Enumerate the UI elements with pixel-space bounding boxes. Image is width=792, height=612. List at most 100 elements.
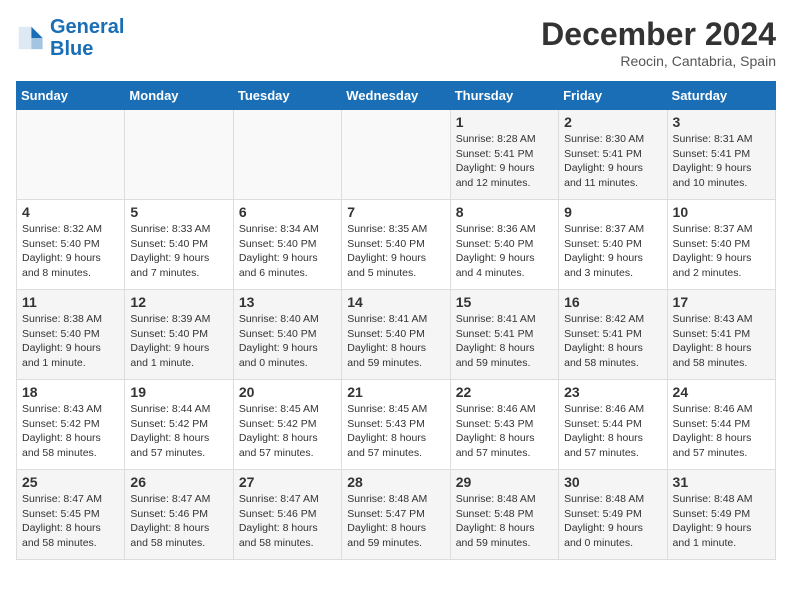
- day-info: Sunrise: 8:31 AMSunset: 5:41 PMDaylight:…: [673, 132, 770, 191]
- day-info: Sunrise: 8:28 AMSunset: 5:41 PMDaylight:…: [456, 132, 553, 191]
- day-info: Sunrise: 8:36 AMSunset: 5:40 PMDaylight:…: [456, 222, 553, 281]
- header-friday: Friday: [559, 82, 667, 110]
- calendar-cell: 9 Sunrise: 8:37 AMSunset: 5:40 PMDayligh…: [559, 200, 667, 290]
- day-info: Sunrise: 8:47 AMSunset: 5:46 PMDaylight:…: [239, 492, 336, 551]
- day-number: 8: [456, 204, 553, 220]
- day-info: Sunrise: 8:48 AMSunset: 5:49 PMDaylight:…: [564, 492, 661, 551]
- day-info: Sunrise: 8:46 AMSunset: 5:43 PMDaylight:…: [456, 402, 553, 461]
- day-info: Sunrise: 8:37 AMSunset: 5:40 PMDaylight:…: [564, 222, 661, 281]
- day-info: Sunrise: 8:34 AMSunset: 5:40 PMDaylight:…: [239, 222, 336, 281]
- day-number: 20: [239, 384, 336, 400]
- day-info: Sunrise: 8:35 AMSunset: 5:40 PMDaylight:…: [347, 222, 444, 281]
- header-thursday: Thursday: [450, 82, 558, 110]
- day-number: 5: [130, 204, 227, 220]
- calendar-cell: 14 Sunrise: 8:41 AMSunset: 5:40 PMDaylig…: [342, 290, 450, 380]
- calendar-cell: 29 Sunrise: 8:48 AMSunset: 5:48 PMDaylig…: [450, 470, 558, 560]
- month-title: December 2024: [541, 16, 776, 53]
- calendar-cell: 10 Sunrise: 8:37 AMSunset: 5:40 PMDaylig…: [667, 200, 775, 290]
- calendar-cell: 18 Sunrise: 8:43 AMSunset: 5:42 PMDaylig…: [17, 380, 125, 470]
- calendar-cell: 13 Sunrise: 8:40 AMSunset: 5:40 PMDaylig…: [233, 290, 341, 380]
- day-info: Sunrise: 8:40 AMSunset: 5:40 PMDaylight:…: [239, 312, 336, 371]
- day-number: 3: [673, 114, 770, 130]
- day-number: 23: [564, 384, 661, 400]
- day-number: 22: [456, 384, 553, 400]
- day-info: Sunrise: 8:42 AMSunset: 5:41 PMDaylight:…: [564, 312, 661, 371]
- header-tuesday: Tuesday: [233, 82, 341, 110]
- day-number: 12: [130, 294, 227, 310]
- calendar-cell: [125, 110, 233, 200]
- day-info: Sunrise: 8:45 AMSunset: 5:43 PMDaylight:…: [347, 402, 444, 461]
- day-info: Sunrise: 8:48 AMSunset: 5:47 PMDaylight:…: [347, 492, 444, 551]
- header-saturday: Saturday: [667, 82, 775, 110]
- calendar-cell: 23 Sunrise: 8:46 AMSunset: 5:44 PMDaylig…: [559, 380, 667, 470]
- day-info: Sunrise: 8:47 AMSunset: 5:46 PMDaylight:…: [130, 492, 227, 551]
- day-number: 31: [673, 474, 770, 490]
- day-number: 10: [673, 204, 770, 220]
- calendar-cell: 3 Sunrise: 8:31 AMSunset: 5:41 PMDayligh…: [667, 110, 775, 200]
- calendar-cell: 2 Sunrise: 8:30 AMSunset: 5:41 PMDayligh…: [559, 110, 667, 200]
- day-number: 24: [673, 384, 770, 400]
- day-number: 1: [456, 114, 553, 130]
- calendar-cell: 6 Sunrise: 8:34 AMSunset: 5:40 PMDayligh…: [233, 200, 341, 290]
- day-number: 29: [456, 474, 553, 490]
- day-info: Sunrise: 8:33 AMSunset: 5:40 PMDaylight:…: [130, 222, 227, 281]
- calendar-cell: 7 Sunrise: 8:35 AMSunset: 5:40 PMDayligh…: [342, 200, 450, 290]
- logo-icon: [16, 24, 44, 52]
- calendar-cell: 16 Sunrise: 8:42 AMSunset: 5:41 PMDaylig…: [559, 290, 667, 380]
- day-number: 6: [239, 204, 336, 220]
- calendar-table: SundayMondayTuesdayWednesdayThursdayFrid…: [16, 81, 776, 560]
- day-number: 9: [564, 204, 661, 220]
- calendar-cell: 31 Sunrise: 8:48 AMSunset: 5:49 PMDaylig…: [667, 470, 775, 560]
- calendar-cell: 8 Sunrise: 8:36 AMSunset: 5:40 PMDayligh…: [450, 200, 558, 290]
- calendar-cell: 1 Sunrise: 8:28 AMSunset: 5:41 PMDayligh…: [450, 110, 558, 200]
- day-number: 11: [22, 294, 119, 310]
- calendar-week-row: 11 Sunrise: 8:38 AMSunset: 5:40 PMDaylig…: [17, 290, 776, 380]
- calendar-cell: 22 Sunrise: 8:46 AMSunset: 5:43 PMDaylig…: [450, 380, 558, 470]
- day-info: Sunrise: 8:48 AMSunset: 5:49 PMDaylight:…: [673, 492, 770, 551]
- day-info: Sunrise: 8:39 AMSunset: 5:40 PMDaylight:…: [130, 312, 227, 371]
- header-monday: Monday: [125, 82, 233, 110]
- day-number: 28: [347, 474, 444, 490]
- day-number: 2: [564, 114, 661, 130]
- calendar-cell: 26 Sunrise: 8:47 AMSunset: 5:46 PMDaylig…: [125, 470, 233, 560]
- day-info: Sunrise: 8:44 AMSunset: 5:42 PMDaylight:…: [130, 402, 227, 461]
- day-number: 17: [673, 294, 770, 310]
- day-info: Sunrise: 8:37 AMSunset: 5:40 PMDaylight:…: [673, 222, 770, 281]
- day-number: 16: [564, 294, 661, 310]
- calendar-cell: 15 Sunrise: 8:41 AMSunset: 5:41 PMDaylig…: [450, 290, 558, 380]
- day-info: Sunrise: 8:46 AMSunset: 5:44 PMDaylight:…: [673, 402, 770, 461]
- title-block: December 2024 Reocin, Cantabria, Spain: [541, 16, 776, 69]
- day-number: 30: [564, 474, 661, 490]
- calendar-cell: 27 Sunrise: 8:47 AMSunset: 5:46 PMDaylig…: [233, 470, 341, 560]
- calendar-cell: 11 Sunrise: 8:38 AMSunset: 5:40 PMDaylig…: [17, 290, 125, 380]
- logo-line1: General: [50, 16, 124, 38]
- day-number: 19: [130, 384, 227, 400]
- day-number: 27: [239, 474, 336, 490]
- day-number: 18: [22, 384, 119, 400]
- header-sunday: Sunday: [17, 82, 125, 110]
- calendar-cell: 4 Sunrise: 8:32 AMSunset: 5:40 PMDayligh…: [17, 200, 125, 290]
- day-info: Sunrise: 8:43 AMSunset: 5:42 PMDaylight:…: [22, 402, 119, 461]
- day-info: Sunrise: 8:48 AMSunset: 5:48 PMDaylight:…: [456, 492, 553, 551]
- day-number: 4: [22, 204, 119, 220]
- day-number: 14: [347, 294, 444, 310]
- day-info: Sunrise: 8:45 AMSunset: 5:42 PMDaylight:…: [239, 402, 336, 461]
- day-number: 13: [239, 294, 336, 310]
- day-number: 21: [347, 384, 444, 400]
- calendar-header-row: SundayMondayTuesdayWednesdayThursdayFrid…: [17, 82, 776, 110]
- calendar-cell: 19 Sunrise: 8:44 AMSunset: 5:42 PMDaylig…: [125, 380, 233, 470]
- day-number: 25: [22, 474, 119, 490]
- header-wednesday: Wednesday: [342, 82, 450, 110]
- calendar-cell: [233, 110, 341, 200]
- calendar-cell: 28 Sunrise: 8:48 AMSunset: 5:47 PMDaylig…: [342, 470, 450, 560]
- page-header: General Blue December 2024 Reocin, Canta…: [16, 16, 776, 69]
- calendar-cell: [342, 110, 450, 200]
- location-subtitle: Reocin, Cantabria, Spain: [541, 53, 776, 69]
- calendar-cell: 17 Sunrise: 8:43 AMSunset: 5:41 PMDaylig…: [667, 290, 775, 380]
- day-info: Sunrise: 8:41 AMSunset: 5:40 PMDaylight:…: [347, 312, 444, 371]
- logo: General Blue: [16, 16, 124, 60]
- logo-text: General Blue: [50, 16, 124, 60]
- calendar-week-row: 18 Sunrise: 8:43 AMSunset: 5:42 PMDaylig…: [17, 380, 776, 470]
- logo-line2: Blue: [50, 38, 93, 60]
- calendar-cell: 25 Sunrise: 8:47 AMSunset: 5:45 PMDaylig…: [17, 470, 125, 560]
